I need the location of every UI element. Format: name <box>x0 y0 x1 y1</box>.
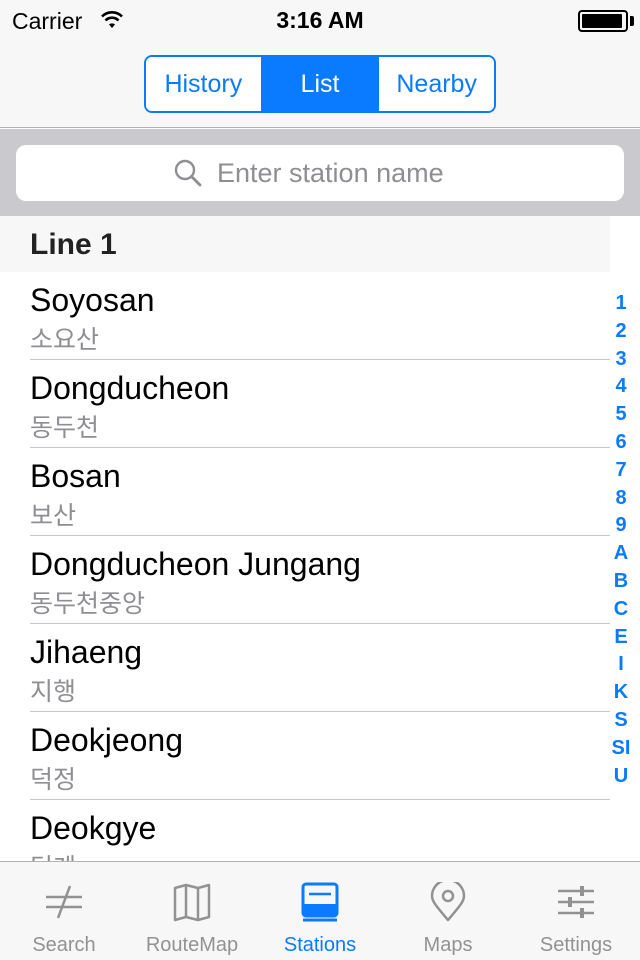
tab-label: Stations <box>283 934 357 956</box>
station-korean-name: 보산 <box>30 501 77 530</box>
station-korean-name: 덕정 <box>30 765 77 794</box>
list-item[interactable]: Soyosan 소요산 <box>0 272 610 360</box>
index-item[interactable]: 3 <box>615 346 626 374</box>
station-name: Soyosan <box>30 282 155 318</box>
tab-label: Maps <box>423 934 473 956</box>
index-item[interactable]: S <box>614 707 627 735</box>
tab-settings[interactable]: Settings <box>512 862 640 960</box>
section-index[interactable]: 1 2 3 4 5 6 7 8 9 A B C E I K S SI U <box>606 290 636 790</box>
index-item[interactable]: E <box>614 624 627 652</box>
index-item[interactable]: SI <box>612 735 631 763</box>
station-name: Jihaeng <box>30 634 143 670</box>
battery-icon <box>578 10 628 32</box>
battery-tip <box>630 16 634 26</box>
search-icon <box>173 158 203 188</box>
tab-search[interactable]: Search <box>0 862 128 960</box>
search-arrows-icon <box>44 882 84 922</box>
search-bar <box>0 129 640 216</box>
search-field[interactable] <box>16 145 624 201</box>
sliders-icon <box>556 882 596 922</box>
station-list-icon <box>300 882 340 922</box>
station-name: Deokgye <box>30 810 157 846</box>
index-item[interactable]: U <box>614 763 628 791</box>
index-item[interactable]: I <box>618 651 624 679</box>
segment-history[interactable]: History <box>146 57 261 111</box>
list-item[interactable]: Bosan 보산 <box>0 448 610 536</box>
list-item[interactable]: Deokjeong 덕정 <box>0 712 610 800</box>
tab-routemap[interactable]: RouteMap <box>128 862 256 960</box>
tab-maps[interactable]: Maps <box>384 862 512 960</box>
tab-stations[interactable]: Stations <box>256 862 384 960</box>
station-korean-name: 소요산 <box>30 325 100 354</box>
index-item[interactable]: 6 <box>615 429 626 457</box>
index-item[interactable]: A <box>614 540 628 568</box>
station-name: Bosan <box>30 458 121 494</box>
segment-nearby[interactable]: Nearby <box>377 57 494 111</box>
station-name: Dongducheon <box>30 370 230 406</box>
tab-label: Settings <box>539 934 613 956</box>
search-input[interactable] <box>217 157 467 189</box>
index-item[interactable]: 8 <box>615 485 626 513</box>
tab-label: Search <box>32 934 96 956</box>
station-korean-name: 지행 <box>30 677 77 706</box>
index-item[interactable]: B <box>614 568 628 596</box>
station-name: Deokjeong <box>30 722 183 758</box>
tab-bar: Search RouteMap Stations Maps Settings <box>0 861 640 960</box>
list-item[interactable]: Dongducheon Jungang 동두천중앙 <box>0 536 610 624</box>
index-item[interactable]: 2 <box>615 318 626 346</box>
segmented-control: History List Nearby <box>144 55 496 113</box>
index-item[interactable]: 7 <box>615 457 626 485</box>
location-pin-icon <box>428 878 468 922</box>
list-item[interactable]: Deokgye 덕계 <box>0 800 610 861</box>
station-name: Dongducheon Jungang <box>30 546 361 582</box>
map-book-icon <box>172 882 212 922</box>
clock: 3:16 AM <box>276 7 364 33</box>
station-korean-name: 동두천 <box>30 413 100 442</box>
navigation-bar: History List Nearby <box>0 40 640 128</box>
section-title: Line 1 <box>30 228 117 261</box>
station-list[interactable]: Line 1 Soyosan 소요산 Dongducheon 동두천 Bosan… <box>0 216 640 861</box>
tab-label: RouteMap <box>145 934 239 956</box>
status-bar: Carrier 3:16 AM <box>0 0 640 40</box>
segment-list[interactable]: List <box>260 57 378 111</box>
station-korean-name: 동두천중앙 <box>30 589 146 618</box>
station-korean-name: 덕계 <box>30 848 76 861</box>
index-item[interactable]: K <box>614 679 628 707</box>
list-item[interactable]: Dongducheon 동두천 <box>0 360 610 448</box>
index-item[interactable]: C <box>614 596 628 624</box>
section-header: Line 1 <box>0 216 610 272</box>
index-item[interactable]: 4 <box>615 373 626 401</box>
index-item[interactable]: 1 <box>615 290 626 318</box>
index-item[interactable]: 9 <box>615 512 626 540</box>
list-item[interactable]: Jihaeng 지행 <box>0 624 610 712</box>
index-item[interactable]: 5 <box>615 401 626 429</box>
